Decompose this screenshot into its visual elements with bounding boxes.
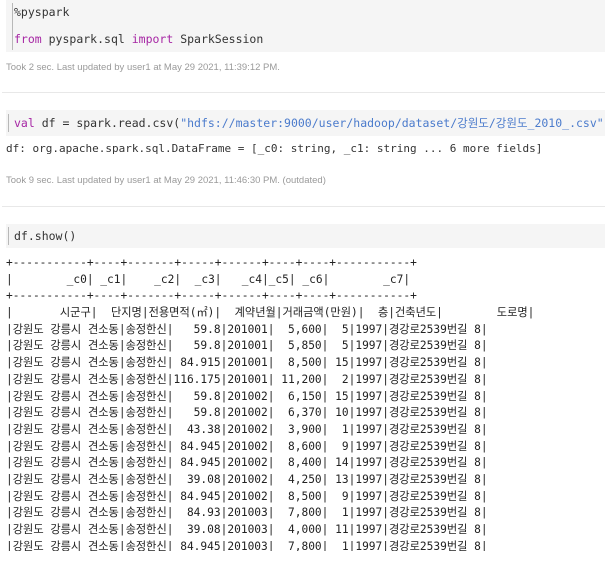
table-row: |강원도 강릉시 견소동|송정한신| 84.945|201002| 8,500|…	[6, 489, 488, 503]
paragraph-divider	[2, 206, 605, 207]
code-token: import	[131, 32, 174, 46]
code-line: df.show()	[14, 229, 76, 243]
code-editor-2[interactable]: val df = spark.read.csv("hdfs://master:9…	[6, 110, 605, 136]
code-token: from	[14, 32, 42, 46]
code-token: pyspark.sql	[41, 32, 132, 46]
table-row: | 시군구| 단지명|전용면적(㎡)| 계약년월|거래금액(만원)| 층|건축년…	[6, 306, 535, 320]
paragraph-status-2: Took 9 sec. Last updated by user1 at May…	[6, 175, 326, 186]
paragraph-result-2: df: org.apache.spark.sql.DataFrame = [_c…	[6, 142, 543, 155]
table-row: |강원도 강릉시 견소동|송정한신| 39.08|201002| 4,250| …	[6, 472, 488, 486]
code-token: %pyspark	[14, 5, 70, 19]
code-token: df = spark.read.csv(	[34, 116, 181, 130]
code-token: "hdfs://master:9000/user/hadoop/dataset/…	[180, 116, 604, 130]
table-row: |강원도 강릉시 견소동|송정한신| 39.08|201003| 4,000| …	[6, 523, 488, 536]
code-editor-1[interactable]: %pyspark from pyspark.sql import SparkSe…	[6, 0, 605, 52]
table-border-line: +-----------+----+-------+-----+------+-…	[6, 289, 417, 303]
code-line: %pyspark	[14, 5, 69, 19]
table-row: |강원도 강릉시 견소동|송정한신|116.175|201001| 11,200…	[6, 372, 488, 386]
table-border-line: +-----------+----+-------+-----+------+-…	[6, 256, 417, 269]
table-header-line: | _c0| _c1| _c2| _c3| _c4|_c5| _c6| _c7|	[6, 272, 411, 286]
code-token: df.show()	[14, 229, 77, 243]
output-scroll-cutoff	[0, 551, 605, 566]
code-token: SparkSession	[173, 32, 264, 46]
table-row: |강원도 강릉시 견소동|송정한신| 59.8|201002| 6,370| 1…	[6, 406, 488, 420]
table-row: |강원도 강릉시 견소동|송정한신| 59.8|201002| 6,150| 1…	[6, 389, 488, 403]
code-line: val df = spark.read.csv("hdfs://master:9…	[14, 115, 605, 131]
paragraph-status-1: Took 2 sec. Last updated by user1 at May…	[6, 62, 280, 73]
table-row: |강원도 강릉시 견소동|송정한신| 43.38|201002| 3,900| …	[6, 422, 488, 436]
code-editor-3[interactable]: df.show()	[6, 224, 605, 248]
editor-gutter-3	[8, 227, 9, 245]
code-line: from pyspark.sql import SparkSession	[14, 32, 263, 46]
table-row: |강원도 강릉시 견소동|송정한신| 84.915|201001| 8,500|…	[6, 356, 488, 370]
table-row: |강원도 강릉시 견소동|송정한신| 84.93|201003| 7,800| …	[6, 506, 488, 520]
table-row: |강원도 강릉시 견소동|송정한신| 59.8|201001| 5,850| 5…	[6, 339, 488, 353]
table-row: |강원도 강릉시 견소동|송정한신| 84.945|201002| 8,600|…	[6, 439, 488, 453]
paragraph-divider	[2, 92, 605, 93]
code-token: val	[14, 116, 35, 130]
editor-gutter-1	[12, 3, 13, 50]
table-row: |강원도 강릉시 견소동|송정한신| 59.8|201001| 5,600| 5…	[6, 322, 488, 336]
table-row: |강원도 강릉시 견소동|송정한신| 84.945|201002| 8,400|…	[6, 456, 488, 470]
dataframe-show-output: +-----------+----+-------+-----+------+-…	[6, 255, 534, 572]
editor-gutter-2	[8, 114, 9, 132]
